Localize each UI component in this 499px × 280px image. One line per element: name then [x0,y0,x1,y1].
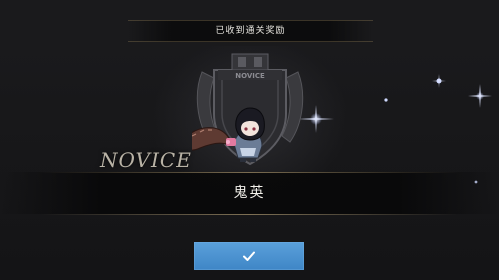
sparkle-icon [432,74,446,88]
reward-title: 已收到通关奖励 [215,26,286,36]
check-icon [243,251,255,261]
rank-title: NOVICE [100,148,192,172]
rank-emblem-label: NOVICE [235,72,265,80]
reward-screen: 已收到通关奖励 NOVICE NOVICE 鬼英 [0,0,499,280]
sparkle-icon [468,84,492,108]
divider [40,214,459,215]
title-bar: 已收到通关奖励 [128,20,373,42]
rank-crest-emblem: NOVICE [192,53,304,166]
confirm-button[interactable] [194,242,304,270]
character-name: 鬼英 [233,185,266,201]
sparkle-icon [384,98,388,102]
